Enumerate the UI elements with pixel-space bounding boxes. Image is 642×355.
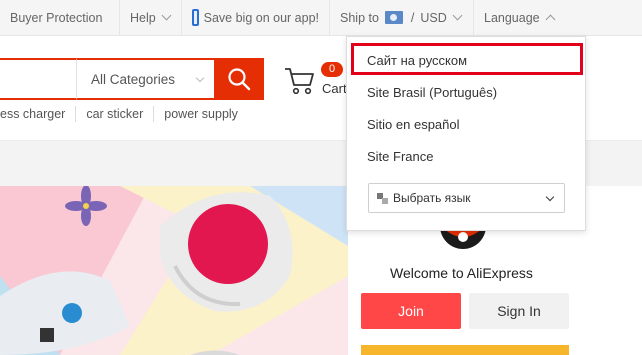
chevron-down-icon (161, 10, 172, 21)
welcome-text: Welcome to AliExpress (390, 265, 533, 281)
cart-link[interactable]: 0 Cart (284, 62, 347, 98)
buyer-protection-link[interactable]: Buyer Protection (0, 0, 120, 36)
currency-label: USD (420, 10, 447, 25)
join-button[interactable]: Join (361, 293, 461, 329)
language-option-brazil[interactable]: Site Brasil (Português) (367, 85, 497, 100)
hot-search-item[interactable]: power supply (153, 106, 248, 122)
help-label: Help (130, 10, 156, 25)
language-option-france[interactable]: Site France (367, 149, 433, 164)
language-dropdown: Сайт на русском Site Brasil (Português) … (346, 36, 586, 231)
help-menu[interactable]: Help (120, 0, 182, 36)
phone-icon (192, 9, 199, 26)
language-option-russian[interactable]: Сайт на русском (367, 53, 467, 68)
app-promo-label: Save big on our app! (203, 10, 319, 25)
category-label: All Categories (91, 71, 176, 87)
buyer-protection-label: Buyer Protection (10, 10, 103, 25)
category-select[interactable]: All Categories (76, 58, 214, 100)
sign-in-button[interactable]: Sign In (469, 293, 569, 329)
language-option-spanish[interactable]: Sitio en español (367, 117, 460, 132)
hot-search-item[interactable]: car sticker (75, 106, 153, 122)
promo-banner[interactable] (0, 186, 348, 355)
chevron-up-icon (545, 14, 556, 24)
language-select-label: Выбрать язык (393, 191, 471, 205)
search-icon (228, 68, 251, 91)
search-bar: All Categories (0, 58, 264, 100)
search-button[interactable] (214, 58, 264, 100)
currency-separator: / (410, 10, 415, 25)
cart-label: Cart (322, 81, 347, 96)
chevron-down-icon (545, 192, 555, 202)
promo-strip[interactable] (361, 345, 569, 355)
ship-to-label: Ship to (340, 10, 379, 25)
app-promo-link[interactable]: Save big on our app! (182, 0, 330, 36)
hot-search-item[interactable]: ess charger (0, 106, 75, 122)
country-flag-icon (384, 11, 403, 24)
hot-searches: ess charger car sticker power supply (0, 106, 248, 122)
language-select[interactable]: Выбрать язык (368, 183, 565, 213)
chevron-down-icon (195, 73, 205, 82)
cart-icon (285, 68, 314, 95)
ship-to-selector[interactable]: Ship to / USD (330, 0, 474, 36)
chevron-down-icon (452, 10, 463, 21)
language-label: Language (484, 10, 540, 25)
translate-icon (377, 192, 388, 204)
banner-image (0, 186, 348, 355)
language-menu-toggle[interactable]: Language (474, 0, 642, 36)
cart-count-badge: 0 (321, 62, 343, 77)
top-bar: Buyer Protection Help Save big on our ap… (0, 0, 642, 36)
search-input[interactable] (0, 58, 76, 100)
